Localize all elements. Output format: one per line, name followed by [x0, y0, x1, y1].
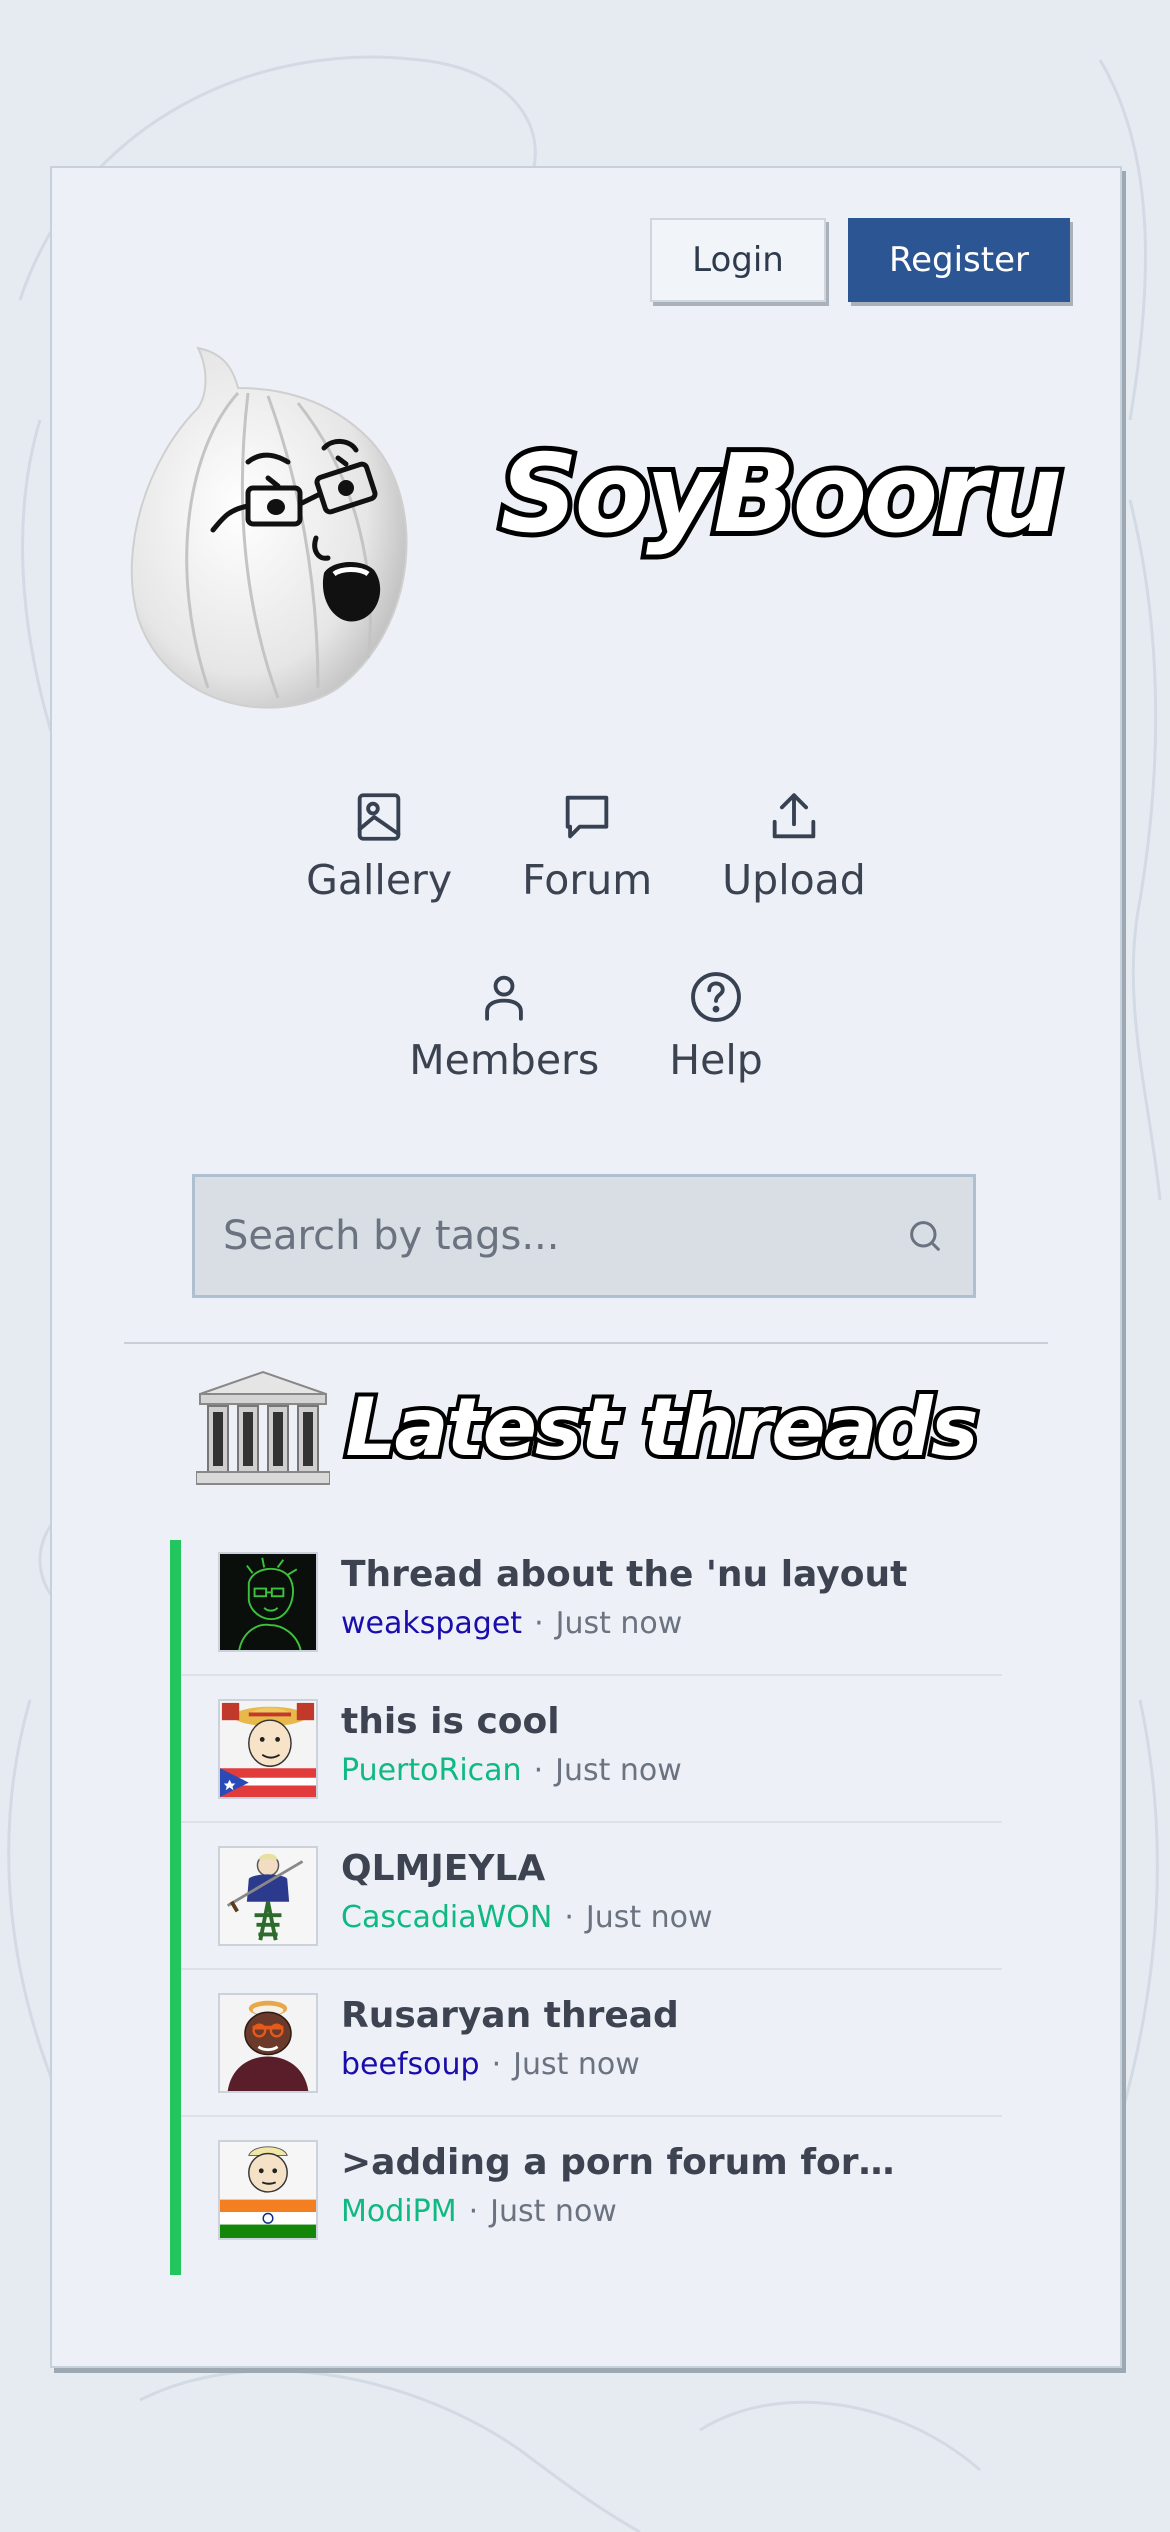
nav-help[interactable]: Help — [669, 968, 763, 1084]
latest-threads-title: Latest threads — [342, 1377, 983, 1478]
thread-time: Just now — [513, 2047, 640, 2082]
site-logo-text[interactable]: SoyBooru — [495, 427, 1067, 562]
thread-title[interactable]: Thread about the 'nu layout — [341, 1554, 907, 1595]
thread-author[interactable]: ModiPM — [341, 2194, 457, 2229]
thread-item[interactable]: Thread about the 'nu layout weakspaget · J… — [170, 1540, 1002, 1687]
meta-separator: · — [468, 2194, 479, 2229]
meta-separator: · — [534, 1606, 544, 1641]
login-button[interactable]: Login — [650, 218, 826, 302]
latest-threads-header: Latest threads — [52, 1368, 1120, 1486]
avatar[interactable] — [218, 1846, 318, 1946]
thread-title[interactable]: Rusaryan thread — [341, 1995, 679, 2036]
avatar-cascadia-image — [220, 1848, 316, 1944]
thread-title[interactable]: QLMJEYLA — [341, 1848, 545, 1889]
chat-bubble-icon — [565, 795, 609, 839]
thread-meta: beefsoup · Just now — [341, 2047, 640, 2082]
thread-meta: weakspaget · Just now — [341, 1606, 682, 1641]
thread-item[interactable]: >adding a porn forum for… ModiPM · Just no… — [170, 2128, 1002, 2275]
parthenon-icon — [195, 1370, 330, 1485]
nav-help-label: Help — [669, 1036, 763, 1084]
thread-title[interactable]: >adding a porn forum for… — [341, 2142, 894, 2183]
avatar-india-image — [220, 2142, 316, 2238]
nav-gallery[interactable]: Gallery — [306, 788, 452, 904]
help-circle-icon — [691, 972, 741, 1022]
register-button[interactable]: Register — [848, 218, 1070, 302]
search-button[interactable] — [877, 1177, 973, 1295]
upload-icon — [772, 793, 816, 839]
avatar[interactable] — [218, 1552, 318, 1652]
avatar-beefsoup-image — [220, 1995, 316, 2091]
meta-separator: · — [491, 2047, 502, 2082]
thread-author[interactable]: PuertoRican — [341, 1753, 522, 1788]
meta-separator: · — [533, 1753, 544, 1788]
nav-members[interactable]: Members — [409, 968, 599, 1084]
main-nav-row-1: Gallery Forum Upload — [52, 788, 1120, 904]
auth-buttons: Login Register — [650, 218, 1070, 302]
thread-item[interactable]: this is cool PuertoRican · Just now — [170, 1687, 1002, 1834]
nav-gallery-label: Gallery — [306, 856, 453, 904]
user-icon — [485, 975, 524, 1021]
thread-list: Thread about the 'nu layout weakspaget · J… — [170, 1540, 1002, 2275]
soyjak-onion-logo[interactable] — [128, 338, 528, 718]
meta-separator: · — [564, 1900, 574, 1935]
thread-author[interactable]: CascadiaWON — [341, 1900, 552, 1935]
thread-time: Just now — [555, 1753, 682, 1788]
tag-search-bar — [192, 1174, 976, 1298]
image-icon — [357, 793, 401, 841]
avatar[interactable] — [218, 2140, 318, 2240]
main-nav-row-2: Members Help — [52, 968, 1120, 1084]
avatar-puerto-rico-image — [220, 1701, 316, 1797]
search-input[interactable] — [195, 1177, 877, 1295]
nav-members-label: Members — [409, 1036, 600, 1084]
avatar[interactable] — [218, 1993, 318, 2093]
main-card: Login Register SoyBooru Gallery Forum Up… — [50, 166, 1122, 2368]
avatar-green-wojak-image — [220, 1554, 316, 1650]
thread-item[interactable]: Rusaryan thread beefsoup · Just now — [170, 1981, 1002, 2128]
thread-meta: CascadiaWON · Just now — [341, 1900, 713, 1935]
nav-forum[interactable]: Forum — [522, 788, 652, 904]
section-divider — [124, 1342, 1048, 1344]
thread-time: Just now — [555, 1606, 683, 1641]
nav-upload[interactable]: Upload — [722, 788, 866, 904]
avatar[interactable] — [218, 1699, 318, 1799]
thread-time: Just now — [490, 2194, 617, 2229]
nav-upload-label: Upload — [722, 856, 866, 904]
thread-item[interactable]: QLMJEYLA CascadiaWON · Just now — [170, 1834, 1002, 1981]
thread-meta: PuertoRican · Just now — [341, 1753, 682, 1788]
thread-meta: ModiPM · Just now — [341, 2194, 617, 2229]
thread-title[interactable]: this is cool — [341, 1701, 560, 1742]
thread-time: Just now — [585, 1900, 713, 1935]
thread-author[interactable]: weakspaget — [341, 1606, 522, 1641]
nav-forum-label: Forum — [522, 856, 653, 904]
thread-author[interactable]: beefsoup — [341, 2047, 480, 2082]
search-icon — [910, 1221, 940, 1251]
